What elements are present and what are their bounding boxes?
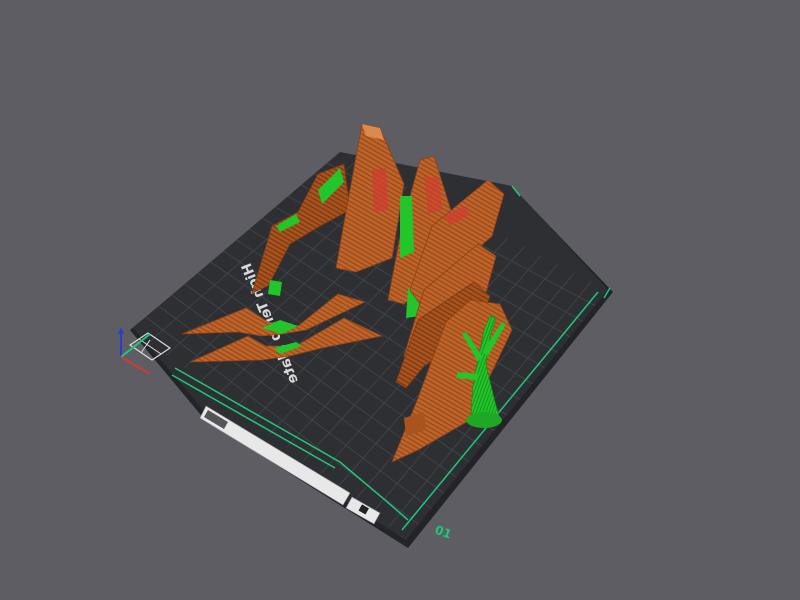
plate-number-label: 01 xyxy=(433,523,453,542)
scene-canvas[interactable]: High Temp Plate 01 xyxy=(0,0,800,600)
x-axis-icon xyxy=(120,356,151,375)
3d-viewport[interactable]: High Temp Plate 01 xyxy=(0,0,800,600)
